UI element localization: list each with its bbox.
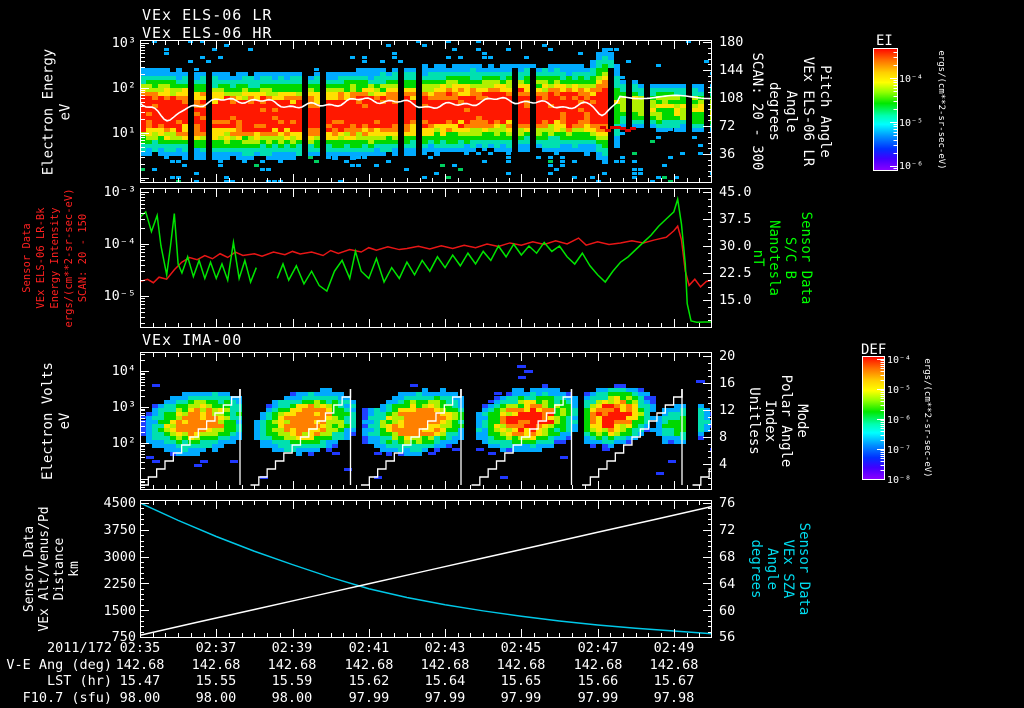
intensity-b-lines-right-tick-label: 22.5	[719, 265, 752, 281]
table-time-value: 02:43	[424, 640, 466, 656]
els-energy-axis-label: Electron Energy eV	[40, 48, 74, 176]
intensity-b-lines-right-tick-label: 45.0	[719, 184, 752, 200]
table-cell-value: 97.99	[424, 690, 466, 706]
vex-quicklook-plot: VEx ELS-06 LR VEx ELS-06 HR VEx IMA-00 E…	[0, 0, 1024, 708]
panel3-title: VEx IMA-00	[142, 331, 243, 349]
els-spectrogram-left-tick-label: 10³	[111, 35, 136, 51]
els-spectrogram-right-tick-label: 72	[719, 118, 736, 134]
orbit-lines-right-tick-label: 68	[719, 549, 736, 565]
table-row-label: F10.7 (sfu)	[22, 690, 112, 706]
ima-spectrogram-left-tick-label: 10²	[111, 435, 136, 451]
els-spectrogram-right-tick-label: 144	[719, 62, 744, 78]
table-cell-value: 97.99	[577, 690, 619, 706]
altitude-sza-line-plot	[140, 500, 712, 638]
els-bk-intensity-axis-label: Sensor Data VEx ELS-06 LR-Bk Energy Inte…	[21, 188, 89, 328]
ima-energy-axis-label: Electron Volts eV	[40, 362, 73, 481]
els-spectrogram-right-tick-label: 108	[719, 90, 744, 106]
orbit-lines-left-tick-label: 4500	[103, 495, 136, 511]
table-cell-value: 15.47	[119, 673, 161, 689]
table-cell-value: 98.00	[271, 690, 313, 706]
table-cell-value: 97.99	[348, 690, 390, 706]
colorbar2-tick-label: 10⁻⁷	[887, 445, 912, 456]
table-time-value: 02:39	[271, 640, 313, 656]
table-time-value: 02:45	[500, 640, 542, 656]
orbit-lines-right-tick-label: 56	[719, 629, 736, 645]
intensity-b-lines-right-tick-label: 30.0	[719, 238, 752, 254]
orbit-lines-left-tick-label: 2250	[103, 576, 136, 592]
table-cell-value: 142.68	[496, 657, 546, 673]
colorbar2-tick-label: 10⁻⁸	[887, 475, 912, 486]
table-time-value: 02:37	[195, 640, 237, 656]
intensity-b-lines-right-tick-label: 37.5	[719, 211, 752, 227]
ima-spectrogram-right-tick-label: 20	[719, 348, 736, 364]
table-cell-value: 97.98	[653, 690, 695, 706]
colorbar1-tick-label: 10⁻⁴	[899, 74, 924, 85]
colorbar1-gradient	[873, 48, 898, 171]
table-cell-value: 142.68	[649, 657, 699, 673]
table-cell-value: 142.68	[420, 657, 470, 673]
orbit-lines-right-tick-label: 76	[719, 495, 736, 511]
els-spectrogram-left-tick-label: 10¹	[111, 125, 136, 141]
table-cell-value: 15.59	[271, 673, 313, 689]
table-cell-value: 142.68	[573, 657, 623, 673]
colorbar1-tick-label: 10⁻⁵	[899, 118, 924, 129]
table-row-label: V-E Ang (deg)	[6, 657, 112, 673]
table-cell-value: 142.68	[191, 657, 241, 673]
altitude-axis-label: Sensor Data VEx Alt/Venus/Pd Distance km	[22, 506, 82, 632]
ima-spectrogram-left-tick-label: 10³	[111, 399, 136, 415]
colorbar1-units-label: ergs/(cm**2-sr-sec-eV)	[936, 50, 946, 170]
els-spectrogram-right-tick-label: 180	[719, 34, 744, 50]
ima-spectrogram-plot	[140, 352, 712, 490]
colorbar2-tick-label: 10⁻⁶	[887, 415, 912, 426]
table-cell-value: 142.68	[115, 657, 165, 673]
colorbar2-units-label: ergs/(cm**2-sr-sec-eV)	[922, 358, 932, 478]
table-cell-value: 97.99	[500, 690, 542, 706]
ima-spectrogram-right-tick-label: 12	[719, 402, 736, 418]
panel1-title-line1: VEx ELS-06 LR	[142, 6, 273, 24]
orbit-lines-right-tick-label: 64	[719, 576, 736, 592]
colorbar2-gradient	[862, 356, 885, 480]
orbit-lines-right-tick-label: 60	[719, 603, 736, 619]
table-cell-value: 15.55	[195, 673, 237, 689]
colorbar2-tick-label: 10⁻⁴	[887, 355, 912, 366]
orbit-lines-right-tick-label: 72	[719, 522, 736, 538]
table-cell-value: 15.65	[500, 673, 542, 689]
table-cell-value: 98.00	[119, 690, 161, 706]
ima-spectrogram-right-tick-label: 8	[719, 429, 728, 445]
table-time-value: 02:41	[348, 640, 390, 656]
ima-spectrogram-left-tick-label: 10⁴	[111, 363, 136, 379]
intensity-bfield-line-plot	[140, 188, 712, 328]
table-cell-value: 15.67	[653, 673, 695, 689]
table-cell-value: 15.66	[577, 673, 619, 689]
colorbar1-title: EI	[876, 33, 893, 49]
table-time-value: 02:49	[653, 640, 695, 656]
table-row-label: LST (hr)	[46, 673, 112, 689]
table-cell-value: 15.62	[348, 673, 390, 689]
orbit-lines-left-tick-label: 1500	[103, 603, 136, 619]
table-cell-value: 98.00	[195, 690, 237, 706]
ima-spectrogram-right-tick-label: 16	[719, 375, 736, 391]
table-time-value: 02:35	[119, 640, 161, 656]
table-cell-value: 142.68	[267, 657, 317, 673]
els-spectrogram-left-tick-label: 10²	[111, 80, 136, 96]
intensity-b-lines-left-tick-label: 10⁻³	[103, 184, 136, 200]
els-spectrogram-right-tick-label: 36	[719, 146, 736, 162]
intensity-b-lines-right-tick-label: 15.0	[719, 292, 752, 308]
colorbar2-tick-label: 10⁻⁵	[887, 385, 912, 396]
intensity-b-lines-left-tick-label: 10⁻⁴	[103, 236, 136, 252]
colorbar1-tick-label: 10⁻⁶	[899, 161, 924, 172]
table-date-label: 2011/172	[46, 640, 112, 656]
table-time-value: 02:47	[577, 640, 619, 656]
intensity-b-lines-left-tick-label: 10⁻⁵	[103, 288, 136, 304]
els-spectrogram-plot	[140, 40, 712, 183]
ima-spectrogram-right-tick-label: 4	[719, 456, 728, 472]
orbit-lines-left-tick-label: 3000	[103, 549, 136, 565]
table-cell-value: 142.68	[344, 657, 394, 673]
table-cell-value: 15.64	[424, 673, 466, 689]
orbit-lines-left-tick-label: 3750	[103, 522, 136, 538]
